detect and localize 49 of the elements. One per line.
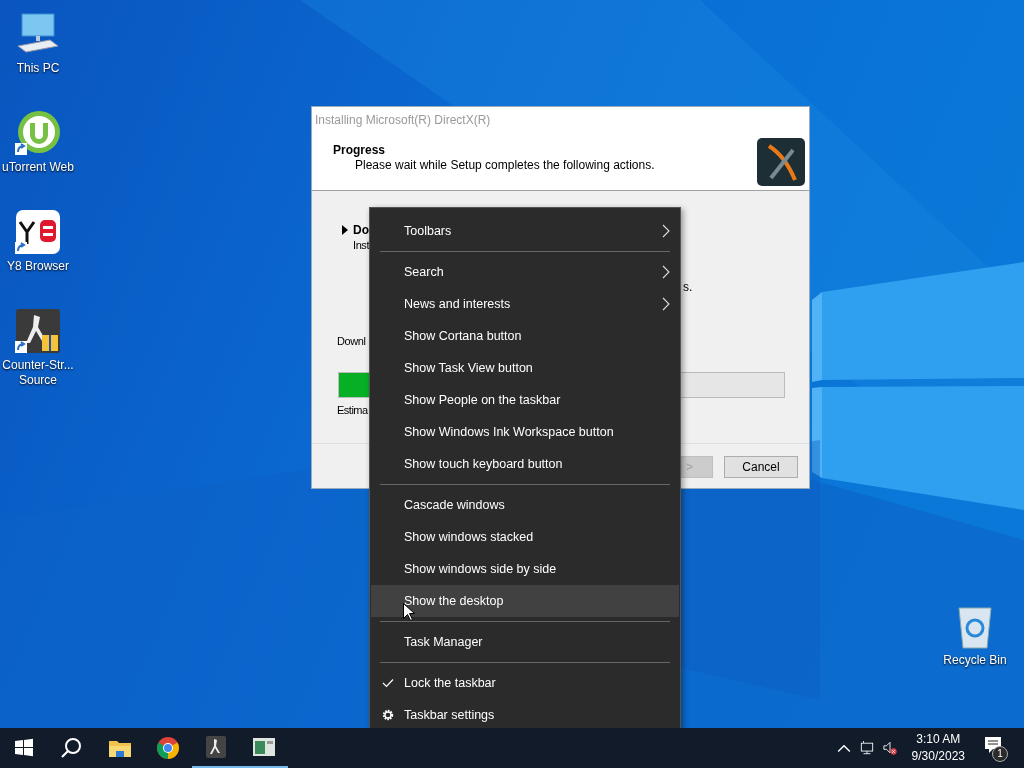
menu-item[interactable]: Show touch keyboard button xyxy=(371,448,679,480)
menu-item[interactable]: Show windows stacked xyxy=(371,521,679,553)
torrent-app-icon[interactable] xyxy=(14,109,62,157)
page-heading: Progress xyxy=(333,143,387,157)
icon-label[interactable]: Y8 Browser xyxy=(7,259,69,274)
clock-date[interactable]: 9/30/2023 xyxy=(911,748,965,765)
browser-icon[interactable] xyxy=(156,736,180,760)
game-app-icon[interactable] xyxy=(204,735,228,759)
x-logo-icon xyxy=(757,138,805,186)
menu-item[interactable]: Show Windows Ink Workspace button xyxy=(371,416,679,448)
page-subtitle: Please wait while Setup completes the following actions. xyxy=(355,158,655,172)
estimate-label: Estima xyxy=(337,404,368,416)
expand-arrow-icon xyxy=(342,225,348,235)
chevron-right-icon xyxy=(662,297,670,311)
step-detail: Inst xyxy=(353,239,370,251)
window-app-icon[interactable] xyxy=(252,735,276,759)
menu-item[interactable]: News and interests xyxy=(371,288,679,320)
icon-label[interactable]: Counter-Str... Source xyxy=(2,358,74,388)
browser-app-icon[interactable] xyxy=(14,208,62,256)
icon-label[interactable]: Recycle Bin xyxy=(943,653,1007,668)
icon-label[interactable]: uTorrent Web xyxy=(2,160,74,175)
network-icon[interactable] xyxy=(859,741,874,755)
menu-item[interactable]: Show Task View button xyxy=(371,352,679,384)
chevron-right-icon xyxy=(662,265,670,279)
menu-item[interactable]: Lock the taskbar xyxy=(371,667,679,699)
menu-item[interactable]: Show the desktop xyxy=(371,585,679,617)
menu-item[interactable]: Show Cortana button xyxy=(371,320,679,352)
cursor-icon xyxy=(403,603,415,622)
game-app-icon[interactable] xyxy=(14,307,62,355)
menu-item[interactable]: Show windows side by side xyxy=(371,553,679,585)
settings-icon xyxy=(381,709,394,721)
window-title: Installing Microsoft(R) DirectX(R) xyxy=(312,107,809,132)
menu-item[interactable]: Cascade windows xyxy=(371,489,679,521)
menu-item[interactable]: Search xyxy=(371,256,679,288)
clock-time[interactable]: 3:10 AM xyxy=(916,731,961,748)
search-icon[interactable] xyxy=(60,736,84,760)
notification-count: 1 xyxy=(992,746,1008,762)
status-text: s. xyxy=(683,280,693,294)
menu-item[interactable]: Toolbars xyxy=(371,215,679,247)
step-title: Do xyxy=(353,223,369,237)
muted-speaker-icon[interactable] xyxy=(882,741,897,755)
cancel-button[interactable]: Cancel xyxy=(724,456,798,478)
menu-item[interactable]: Task Manager xyxy=(371,626,679,658)
menu-item[interactable]: Taskbar settings xyxy=(371,699,679,731)
icon-label[interactable]: This PC xyxy=(16,61,60,76)
download-label: Downl xyxy=(337,335,366,347)
checkmark-icon xyxy=(381,677,394,689)
menu-item[interactable]: Show People on the taskbar xyxy=(371,384,679,416)
chevron-right-icon xyxy=(662,224,670,238)
